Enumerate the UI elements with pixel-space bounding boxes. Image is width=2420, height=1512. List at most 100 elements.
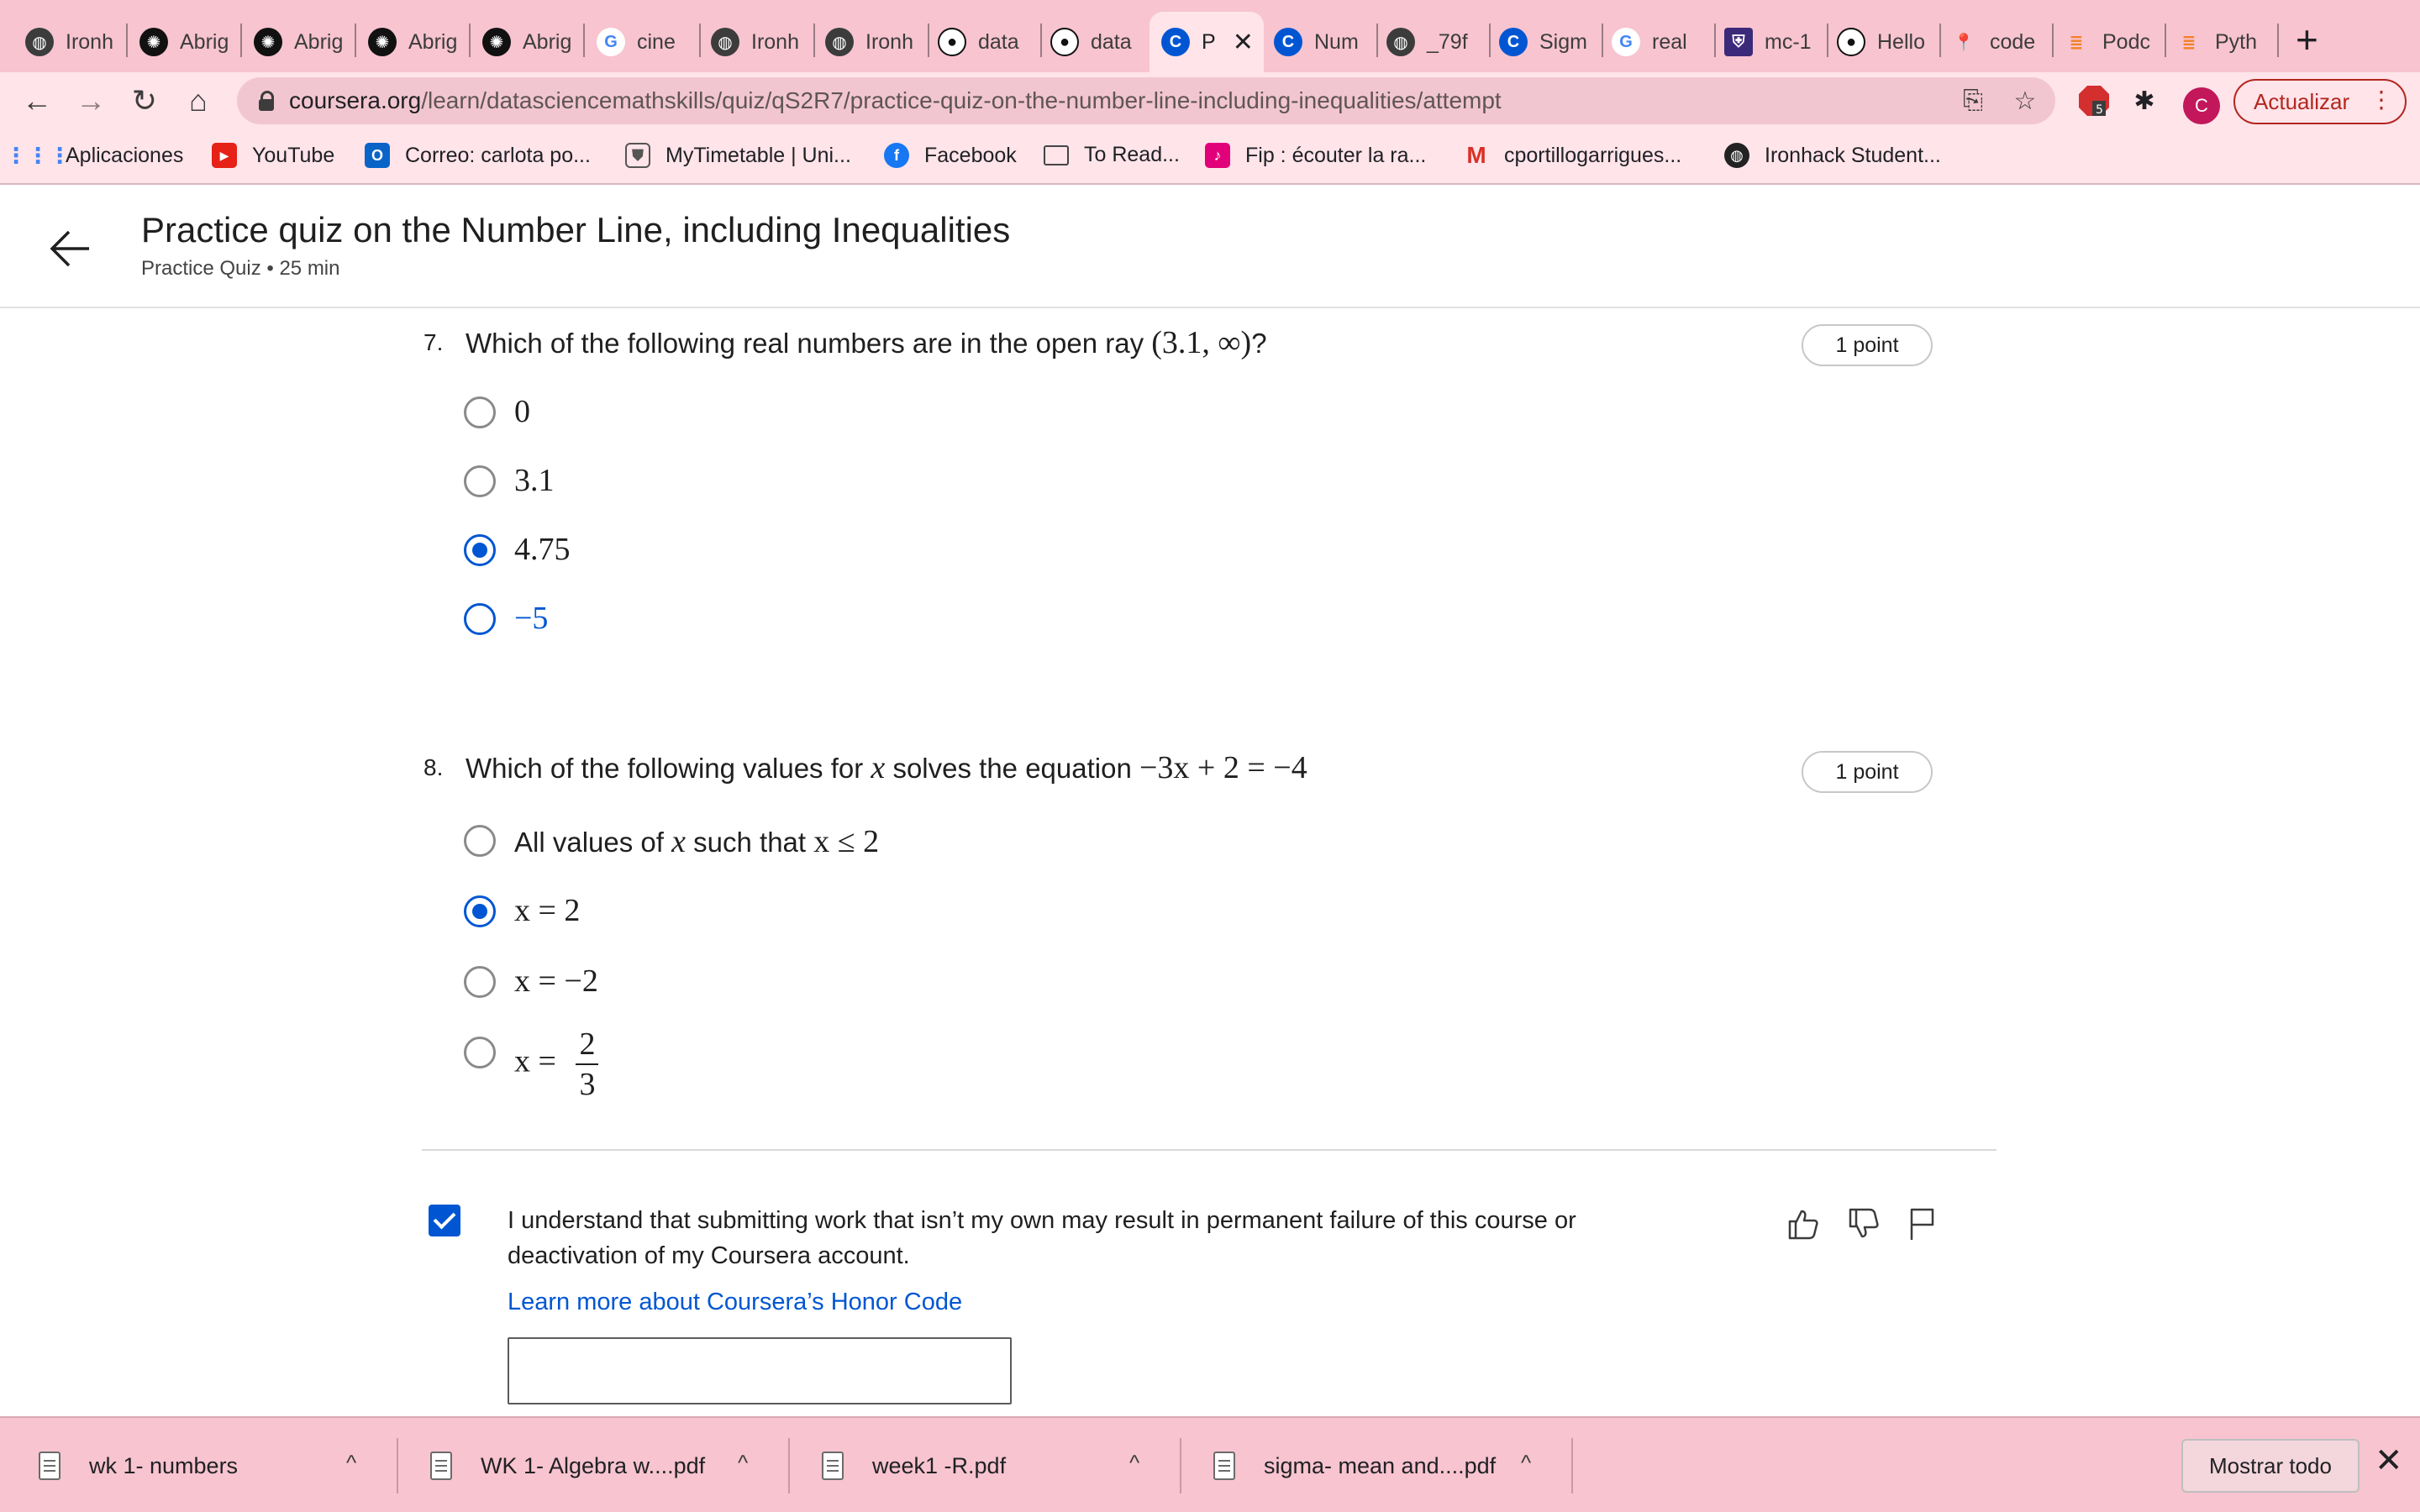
bookmark-gmail[interactable]: M cportillogarrigues... xyxy=(1464,142,1681,168)
navigation-bar: ← → ↻ ⌂ coursera.org/learn/datasciencema… xyxy=(0,72,2420,129)
browser-tab[interactable]: G cine xyxy=(597,12,701,72)
reload-icon[interactable]: ↻ xyxy=(124,81,165,121)
browser-tab[interactable]: C Num xyxy=(1274,12,1378,72)
browser-tab[interactable]: ≣ Pyth xyxy=(2175,12,2279,72)
chevron-up-icon[interactable]: ^ xyxy=(1521,1450,1531,1476)
radio-option[interactable] xyxy=(464,1037,496,1068)
bookmark-fip[interactable]: ♪ Fip : écouter la ra... xyxy=(1205,143,1426,168)
chevron-up-icon[interactable]: ^ xyxy=(1129,1450,1139,1476)
radio-option[interactable] xyxy=(464,396,496,428)
option-label: All values of x such that x ≤ 2 xyxy=(514,824,880,859)
translate-icon[interactable]: ⎘ xyxy=(1956,84,1990,118)
browser-tab[interactable]: ◍ Ironh xyxy=(25,12,128,72)
globe-icon: ◍ xyxy=(711,28,739,56)
bookmark-ironhack[interactable]: ◍ Ironhack Student... xyxy=(1724,143,1941,168)
new-tab-icon[interactable]: + xyxy=(2296,17,2318,62)
radio-option-selected[interactable] xyxy=(464,534,496,566)
globe-icon: ◍ xyxy=(1386,28,1415,56)
browser-tab[interactable]: ✺ Abrig xyxy=(482,12,585,72)
browser-tab[interactable]: ● data xyxy=(1050,12,1155,72)
honor-code-text: I understand that submitting work that i… xyxy=(508,1207,1576,1269)
back-arrow-icon[interactable] xyxy=(47,225,94,281)
browser-tab[interactable]: ● Hello xyxy=(1837,12,1941,72)
question-text: Which of the following values for x solv… xyxy=(466,750,1307,785)
chevron-up-icon[interactable]: ^ xyxy=(738,1450,748,1476)
option-label: −5 xyxy=(514,601,549,636)
browser-tab[interactable]: ◍ Ironh xyxy=(825,12,929,72)
browser-tab[interactable]: ◍ _79f xyxy=(1386,12,1491,72)
question-text: Which of the following real numbers are … xyxy=(466,325,1267,360)
close-tab-icon[interactable]: ✕ xyxy=(1233,28,1254,57)
chevron-up-icon[interactable]: ^ xyxy=(346,1450,356,1476)
bookmark-folder-to-read[interactable]: To Read... xyxy=(1044,143,1180,167)
outlook-icon: O xyxy=(365,143,390,168)
browser-tab[interactable]: C Sigm xyxy=(1499,12,1603,72)
bookmark-star-icon[interactable]: ☆ xyxy=(2008,84,2042,118)
legal-name-input[interactable] xyxy=(508,1337,1012,1404)
globe-icon: ◍ xyxy=(825,28,854,56)
download-item[interactable]: WK 1- Algebra w....pdf ^ xyxy=(430,1418,781,1512)
browser-tab[interactable]: ≣ Podc xyxy=(2062,12,2166,72)
bookmark-youtube[interactable]: ▶ YouTube xyxy=(212,143,334,168)
option-label: x = −2 xyxy=(514,963,598,999)
bookmark-mytimetable[interactable]: ⛊ MyTimetable | Uni... xyxy=(625,143,851,168)
pin-icon: 📍 xyxy=(1953,33,1975,52)
radio-option[interactable] xyxy=(464,465,496,497)
flag-icon[interactable] xyxy=(1901,1203,1943,1245)
avatar[interactable]: C xyxy=(2183,87,2220,124)
forward-icon[interactable]: → xyxy=(71,81,111,121)
download-item[interactable]: wk 1- numbers ^ xyxy=(39,1418,390,1512)
fraction: 2 3 xyxy=(576,1025,599,1104)
bookmark-facebook[interactable]: f Facebook xyxy=(884,143,1017,168)
lock-icon xyxy=(259,91,274,111)
page-title: Practice quiz on the Number Line, includ… xyxy=(141,210,1011,249)
browser-tab[interactable]: ✺ Abrig xyxy=(139,12,242,72)
globe-icon: ◍ xyxy=(1724,143,1749,168)
coursera-icon: C xyxy=(1161,28,1190,56)
download-item[interactable]: week1 -R.pdf ^ xyxy=(822,1418,1173,1512)
browser-tab[interactable]: 📍 code xyxy=(1949,12,2054,72)
extensions-puzzle-icon[interactable]: ✱ xyxy=(2126,82,2163,119)
radio-option[interactable] xyxy=(464,825,496,857)
download-item[interactable]: sigma- mean and....pdf ^ xyxy=(1213,1418,1565,1512)
coursera-icon: C xyxy=(1274,28,1302,56)
question-number: 8. xyxy=(424,754,444,780)
extension-adblock-icon[interactable]: 5 xyxy=(2075,82,2112,119)
browser-tab[interactable]: ◍ Ironh xyxy=(711,12,815,72)
browser-tab[interactable]: G real xyxy=(1612,12,1716,72)
bookmark-apps[interactable]: ⋮⋮⋮ Aplicaciones xyxy=(5,143,183,168)
question-math: (3.1, ∞) xyxy=(1151,325,1252,360)
thumbs-up-icon[interactable] xyxy=(1781,1203,1823,1245)
browser-tab[interactable]: ✺ Abrig xyxy=(254,12,356,72)
honor-code-checkbox[interactable] xyxy=(429,1205,460,1236)
divider xyxy=(422,1149,1996,1151)
tab-strip: ◍ Ironh ✺ Abrig ✺ Abrig ✺ Abrig ✺ Abrig … xyxy=(0,0,2420,72)
fip-icon: ♪ xyxy=(1205,143,1230,168)
home-icon[interactable]: ⌂ xyxy=(178,81,218,121)
radio-option-selected[interactable] xyxy=(464,895,496,927)
thumbs-down-icon[interactable] xyxy=(1842,1203,1884,1245)
downloads-bar: wk 1- numbers ^ WK 1- Algebra w....pdf ^… xyxy=(0,1416,2420,1512)
browser-tab[interactable]: ⛨ mc-1 xyxy=(1724,12,1828,72)
svg-text:5: 5 xyxy=(2096,103,2103,117)
github-icon: ● xyxy=(1837,28,1865,56)
browser-tab[interactable]: ● data xyxy=(938,12,1042,72)
browser-tab-active[interactable]: C P ✕ xyxy=(1150,12,1264,72)
browser-tab[interactable]: ✺ Abrig xyxy=(368,12,471,72)
github-icon: ● xyxy=(938,28,966,56)
bookmark-outlook[interactable]: O Correo: carlota po... xyxy=(365,143,591,168)
coursera-icon: C xyxy=(1499,28,1528,56)
radio-option[interactable] xyxy=(464,603,496,635)
update-button[interactable]: Actualizar ⋮ xyxy=(2233,79,2407,124)
openai-icon: ✺ xyxy=(254,28,282,56)
radio-option[interactable] xyxy=(464,966,496,998)
address-bar[interactable]: coursera.org/learn/datasciencemathskills… xyxy=(237,77,2055,124)
close-icon[interactable]: ✕ xyxy=(2375,1441,2403,1480)
back-icon[interactable]: ← xyxy=(17,81,57,121)
url-host: coursera.org xyxy=(289,87,422,113)
show-all-downloads-button[interactable]: Mostrar todo xyxy=(2181,1439,2360,1493)
points-badge: 1 point xyxy=(1802,751,1933,793)
honor-code-link[interactable]: Learn more about Coursera’s Honor Code xyxy=(508,1289,962,1316)
menu-dots-icon[interactable]: ⋮ xyxy=(2370,86,2393,113)
page-subtitle: Practice Quiz • 25 min xyxy=(141,257,340,280)
